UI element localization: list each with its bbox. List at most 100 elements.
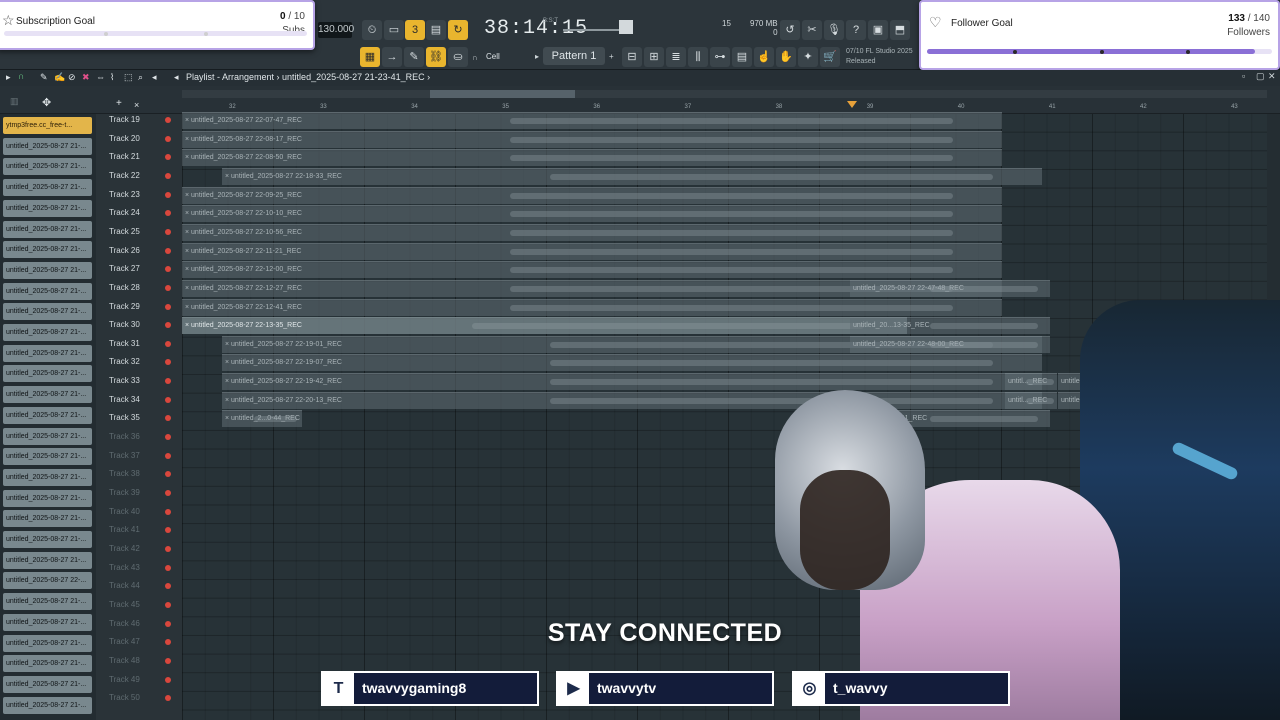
remove-track-icon[interactable]: × [134,100,139,110]
record-arm-icon[interactable] [165,191,171,198]
audio-clip[interactable]: × untitled_2025-08-27 22-13-35_REC [182,317,907,335]
slice-tool-icon[interactable]: ⌇ [110,72,114,83]
track-header[interactable]: Track 28 [96,280,182,298]
picker-clip[interactable]: untitled_2025-08-27 21-... [3,386,92,404]
eq-icon[interactable]: ⫼ [688,47,708,67]
record-arm-icon[interactable] [165,583,171,590]
record-arm-icon[interactable] [165,210,171,217]
horizontal-scrollbar[interactable] [182,90,1267,98]
track-header[interactable]: Track 26 [96,243,182,261]
link-icon[interactable]: ⛓ [426,47,446,67]
picker-clip[interactable]: untitled_2025-08-27 21-... [3,324,92,341]
audio-clip[interactable]: × untitled_2025-08-27 22-18-33_REC [222,167,1042,185]
zoom-tool-icon[interactable]: ⌕ [138,72,143,83]
loop-record-icon[interactable]: ↻ [448,20,468,40]
marker-icon[interactable]: ✦ [798,47,818,67]
save-icon[interactable]: ▣ [868,20,888,40]
audio-clip[interactable]: × untitled_2...0-44_REC [222,410,302,428]
picker-clip[interactable]: untitled_2025-08-27 21-... [3,365,92,383]
record-arm-icon[interactable] [165,172,171,179]
track-header[interactable]: Track 24 [96,205,182,223]
delete-tool-icon[interactable]: ⊘ [68,72,76,83]
picker-clip[interactable]: untitled_2025-08-27 21-... [3,158,92,176]
record-arm-icon[interactable] [165,452,171,459]
audio-clip[interactable]: × untitled_2025-08-27 22-10-10_REC [182,205,1002,223]
social-link[interactable]: ◎ t_wavvy [792,671,1010,706]
picker-clip[interactable]: untitled_2025-08-27 21-... [3,448,92,466]
audio-clip[interactable]: × untitled_2025-08-27 22-07-47_REC [182,112,1002,129]
picker-clip[interactable]: ytmp3free.cc_free-t... [3,117,92,134]
audio-clip[interactable]: × untitled_2025-08-27 22-19-42_REC [222,373,1042,391]
track-header[interactable]: Track 48 [96,653,182,671]
magnet-icon[interactable]: ∩ [472,53,478,62]
record-arm-icon[interactable] [165,266,171,273]
audio-clip[interactable]: untitl..._REC [1005,391,1057,409]
mixer-icon[interactable]: ⊟ [622,47,642,67]
picker-clip[interactable]: untitled_2025-08-27 21-... [3,655,92,673]
slip-tool-icon[interactable]: ⇔ [96,72,105,82]
wait-input-icon[interactable]: ▭ [384,20,404,40]
track-header[interactable]: Track 36 [96,429,182,447]
picker-clip[interactable]: untitled_2025-08-27 21-... [3,675,92,693]
picker-clip[interactable]: untitled_2025-08-27 21-... [3,468,92,486]
step-edit-icon[interactable]: ▤ [426,20,446,40]
track-header[interactable]: Track 40 [96,504,182,522]
help-icon[interactable]: ? [846,20,866,40]
social-link[interactable]: Ttwavvygaming8 [321,671,539,706]
piano-roll-icon[interactable]: ≣ [666,47,686,67]
audio-clip[interactable]: × untitled_2025-08-27 22-10-56_REC [182,223,1002,241]
tempo-tap-icon[interactable]: ✋ [776,47,796,67]
track-header[interactable]: Track 49 [96,672,182,690]
picker-clip[interactable]: untitled_2025-08-27 21-... [3,406,92,424]
picker-clip[interactable]: untitled_2025-08-27 22-... [3,572,92,590]
snap-mode[interactable]: Cell [486,52,500,61]
pattern-prev-icon[interactable]: ▸ [535,52,539,61]
channel-rack-icon[interactable]: ⊞ [644,47,664,67]
audio-clip[interactable]: untitled_2025-08-27 22-47-48_REC [850,279,1050,297]
record-arm-icon[interactable] [165,601,171,608]
record-arm-icon[interactable] [165,117,171,123]
record-arm-icon[interactable] [165,247,171,254]
stamp-icon[interactable]: ⛀ [448,47,468,67]
draw-icon[interactable]: ✎ [404,47,424,67]
picker-clip[interactable]: untitled_2025-08-27 21-... [3,220,92,238]
picker-clip[interactable]: untitled_2025-08-27 21-... [3,137,92,155]
record-arm-icon[interactable] [165,695,171,702]
undo-icon[interactable]: ↺ [780,20,800,40]
track-header[interactable]: Track 30 [96,317,182,335]
touch-icon[interactable]: ☝ [754,47,774,67]
track-header[interactable]: Track 38 [96,466,182,484]
track-header[interactable]: Track 41 [96,522,182,540]
add-track-icon[interactable]: + [116,98,122,109]
record-arm-icon[interactable] [165,434,171,441]
track-header[interactable]: Track 42 [96,541,182,559]
audio-clip[interactable]: × untitled_2025-08-27 22-08-50_REC [182,149,1002,167]
move-icon[interactable]: ✥ [42,96,51,109]
browser-icon[interactable]: ⊶ [710,47,730,67]
playhead-marker[interactable] [847,101,857,108]
shop-icon[interactable]: 🛒 [820,47,840,67]
arrow-left-icon[interactable]: ◂ [174,72,179,83]
picker-clip[interactable]: untitled_2025-08-27 21-... [3,593,92,611]
social-link[interactable]: ▶ twavvytv [556,671,774,706]
track-header[interactable]: Track 21 [96,149,182,167]
audio-clip[interactable]: × untitled_2025-08-27 22-20-13_REC [222,391,1042,409]
record-arm-icon[interactable] [165,564,171,571]
select-tool-icon[interactable]: ⬚ [124,72,133,83]
picker-clip[interactable]: untitled_2025-08-27 21-... [3,282,92,300]
audio-clip[interactable]: × untitled_2025-08-27 22-19-07_REC [222,354,1042,372]
paint-tool-icon[interactable]: ✍ [54,72,65,83]
picker-clip[interactable]: untitled_2025-08-27 21-... [3,241,92,259]
picker-clip[interactable]: untitled_2025-08-27 21-... [3,303,92,321]
track-header[interactable]: Track 31 [96,336,182,354]
metronome-icon[interactable]: ⏲ [362,20,382,40]
countdown-icon[interactable]: 3 [405,20,425,40]
record-arm-icon[interactable] [165,322,171,329]
record-arm-icon[interactable] [165,527,171,534]
magnet-snap-icon[interactable]: ∩ [18,71,24,81]
record-arm-icon[interactable] [165,228,171,235]
picker-clip[interactable]: untitled_2025-08-27 21-... [3,510,92,528]
cut-icon[interactable]: ✂ [802,20,822,40]
news-hint[interactable]: 07/10 FL Studio 2025 Released [846,47,913,67]
audio-clip[interactable]: × untitled_2025-08-27 22-09-25_REC [182,186,1002,204]
